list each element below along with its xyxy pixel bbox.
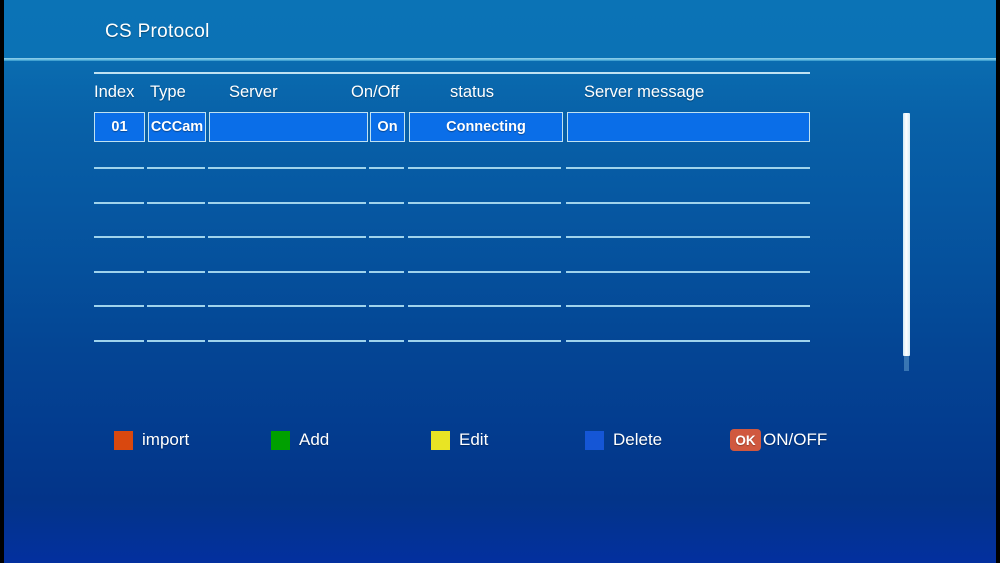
- green-key-icon: [271, 431, 290, 450]
- on-off-button-label: ON/OFF: [763, 430, 827, 450]
- empty-cell-rule: [408, 167, 561, 169]
- empty-cell-rule: [147, 202, 205, 204]
- empty-cell-rule: [566, 340, 810, 342]
- edit-button[interactable]: Edit: [431, 425, 488, 455]
- empty-cell-rule: [566, 305, 810, 307]
- scrollbar-thumb[interactable]: [903, 113, 910, 356]
- on-off-button[interactable]: OK ON/OFF: [730, 425, 827, 455]
- empty-cell-rule: [208, 305, 366, 307]
- cell-type[interactable]: CCCam: [148, 112, 206, 142]
- empty-cell-rule: [566, 236, 810, 238]
- empty-table-row[interactable]: [90, 236, 812, 238]
- tv-screen: CS Protocol Index Type Server On/Off sta…: [0, 0, 1000, 563]
- empty-table-row[interactable]: [90, 202, 812, 204]
- title-separator: [4, 58, 996, 61]
- empty-cell-rule: [94, 305, 144, 307]
- empty-cell-rule: [408, 340, 561, 342]
- color-key-action-bar: import Add Edit Delete OK ON/OFF: [4, 425, 996, 465]
- empty-cell-rule: [408, 202, 561, 204]
- empty-cell-rule: [566, 271, 810, 273]
- column-header-type: Type: [150, 83, 186, 102]
- empty-cell-rule: [208, 202, 366, 204]
- empty-cell-rule: [147, 305, 205, 307]
- empty-table-row[interactable]: [90, 340, 812, 342]
- empty-cell-rule: [408, 236, 561, 238]
- empty-cell-rule: [94, 202, 144, 204]
- page-title: CS Protocol: [105, 21, 210, 43]
- empty-cell-rule: [566, 167, 810, 169]
- import-button-label: import: [142, 430, 189, 450]
- empty-cell-rule: [369, 340, 404, 342]
- empty-cell-rule: [147, 271, 205, 273]
- edit-button-label: Edit: [459, 430, 488, 450]
- title-bar: CS Protocol: [4, 0, 996, 58]
- empty-cell-rule: [408, 305, 561, 307]
- add-button[interactable]: Add: [271, 425, 329, 455]
- empty-cell-rule: [369, 167, 404, 169]
- empty-cell-rule: [408, 271, 561, 273]
- empty-cell-rule: [208, 340, 366, 342]
- empty-cell-rule: [369, 202, 404, 204]
- empty-cell-rule: [147, 340, 205, 342]
- add-button-label: Add: [299, 430, 329, 450]
- cell-server-message[interactable]: [567, 112, 810, 142]
- column-header-status: status: [450, 83, 494, 102]
- cell-index[interactable]: 01: [94, 112, 145, 142]
- cell-status[interactable]: Connecting: [409, 112, 563, 142]
- app-panel: CS Protocol Index Type Server On/Off sta…: [4, 0, 996, 563]
- vertical-scrollbar[interactable]: [903, 113, 910, 371]
- empty-cell-rule: [94, 340, 144, 342]
- empty-cell-rule: [566, 202, 810, 204]
- delete-button-label: Delete: [613, 430, 662, 450]
- column-header-server-message: Server message: [584, 83, 704, 102]
- empty-cell-rule: [147, 236, 205, 238]
- column-header-server: Server: [229, 83, 278, 102]
- empty-cell-rule: [147, 167, 205, 169]
- delete-button[interactable]: Delete: [585, 425, 662, 455]
- server-list-table: Index Type Server On/Off status Server m…: [90, 70, 812, 360]
- table-row[interactable]: 01 CCCam On Connecting: [90, 112, 812, 144]
- blue-key-icon: [585, 431, 604, 450]
- empty-table-row[interactable]: [90, 305, 812, 307]
- empty-cell-rule: [94, 167, 144, 169]
- cell-server[interactable]: [209, 112, 368, 142]
- cell-onoff[interactable]: On: [370, 112, 405, 142]
- table-header-rule: [94, 72, 810, 74]
- column-header-onoff: On/Off: [351, 83, 399, 102]
- import-button[interactable]: import: [114, 425, 189, 455]
- empty-cell-rule: [208, 271, 366, 273]
- empty-table-row[interactable]: [90, 271, 812, 273]
- empty-cell-rule: [208, 236, 366, 238]
- empty-cell-rule: [369, 236, 404, 238]
- empty-cell-rule: [369, 271, 404, 273]
- empty-cell-rule: [94, 236, 144, 238]
- empty-table-row[interactable]: [90, 167, 812, 169]
- yellow-key-icon: [431, 431, 450, 450]
- empty-cell-rule: [94, 271, 144, 273]
- column-header-index: Index: [94, 83, 134, 102]
- empty-cell-rule: [208, 167, 366, 169]
- empty-cell-rule: [369, 305, 404, 307]
- ok-key-icon: OK: [730, 429, 761, 451]
- red-key-icon: [114, 431, 133, 450]
